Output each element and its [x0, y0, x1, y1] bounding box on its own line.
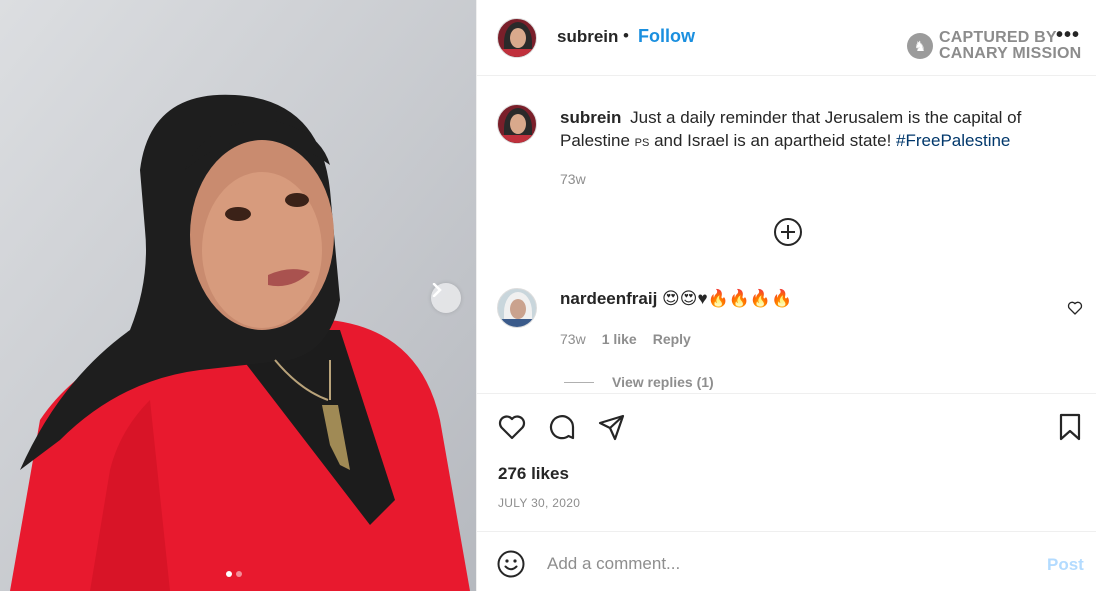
replies-divider	[564, 381, 594, 383]
flag-ps: PS	[634, 137, 650, 149]
post-photo[interactable]	[0, 0, 476, 591]
commenter-avatar[interactable]	[497, 288, 537, 328]
carousel-dots	[226, 571, 242, 577]
like-icon[interactable]	[497, 412, 527, 442]
post-details-panel: subrein • Follow ♞ CAPTURED BY CANARY MI…	[476, 0, 1096, 591]
comment-icon[interactable]	[547, 412, 577, 442]
comment-text: nardeenfraij 😍😍♥🔥🔥🔥🔥	[560, 289, 792, 309]
comment-likes[interactable]: 1 like	[602, 331, 637, 347]
comment-like-icon[interactable]	[1067, 300, 1083, 316]
view-replies-button[interactable]: View replies (1)	[564, 374, 714, 390]
post-comment-button[interactable]: Post	[1047, 555, 1084, 575]
carousel-dot-active	[226, 571, 232, 577]
caption-username[interactable]: subrein	[560, 108, 621, 127]
more-options-button[interactable]: •••	[1056, 24, 1080, 47]
comment-input[interactable]	[547, 552, 1017, 576]
next-image-button[interactable]	[431, 283, 461, 313]
comment-meta: 73w 1 like Reply	[560, 331, 691, 347]
comments-section[interactable]: subrein Just a daily reminder that Jerus…	[477, 76, 1096, 394]
carousel-dot	[236, 571, 242, 577]
watermark-line2: CANARY MISSION	[939, 45, 1082, 62]
add-comment-bar: Post	[477, 532, 1096, 591]
chevron-right-icon	[432, 283, 442, 297]
author-avatar[interactable]	[497, 18, 537, 58]
post-date[interactable]: JULY 30, 2020	[498, 496, 580, 510]
caption-text: subrein Just a daily reminder that Jerus…	[560, 106, 1030, 155]
author-username[interactable]: subrein	[557, 27, 618, 47]
separator-dot: •	[623, 26, 629, 45]
caption-body-2: and Israel is an apartheid state!	[654, 131, 892, 150]
follow-button[interactable]: Follow	[638, 26, 695, 47]
save-icon[interactable]	[1055, 412, 1085, 442]
emoji-icon[interactable]	[497, 550, 525, 578]
caption-age[interactable]: 73w	[560, 171, 586, 187]
comment-body: 😍😍♥🔥🔥🔥🔥	[662, 289, 793, 308]
post-header: subrein • Follow ♞ CAPTURED BY CANARY MI…	[477, 0, 1096, 76]
post-actions: 276 likes JULY 30, 2020	[477, 394, 1096, 532]
view-replies-label: View replies (1)	[612, 374, 714, 390]
share-icon[interactable]	[597, 412, 627, 442]
comment-age[interactable]: 73w	[560, 331, 586, 347]
hashtag-link[interactable]: #FreePalestine	[896, 131, 1010, 150]
commenter-username[interactable]: nardeenfraij	[560, 289, 657, 308]
canary-logo-icon: ♞	[907, 33, 933, 59]
photo-illustration	[0, 0, 476, 591]
likes-count[interactable]: 276 likes	[498, 464, 569, 484]
caption-avatar[interactable]	[497, 104, 537, 144]
load-more-comments-icon[interactable]	[773, 217, 803, 247]
reply-button[interactable]: Reply	[653, 331, 691, 347]
